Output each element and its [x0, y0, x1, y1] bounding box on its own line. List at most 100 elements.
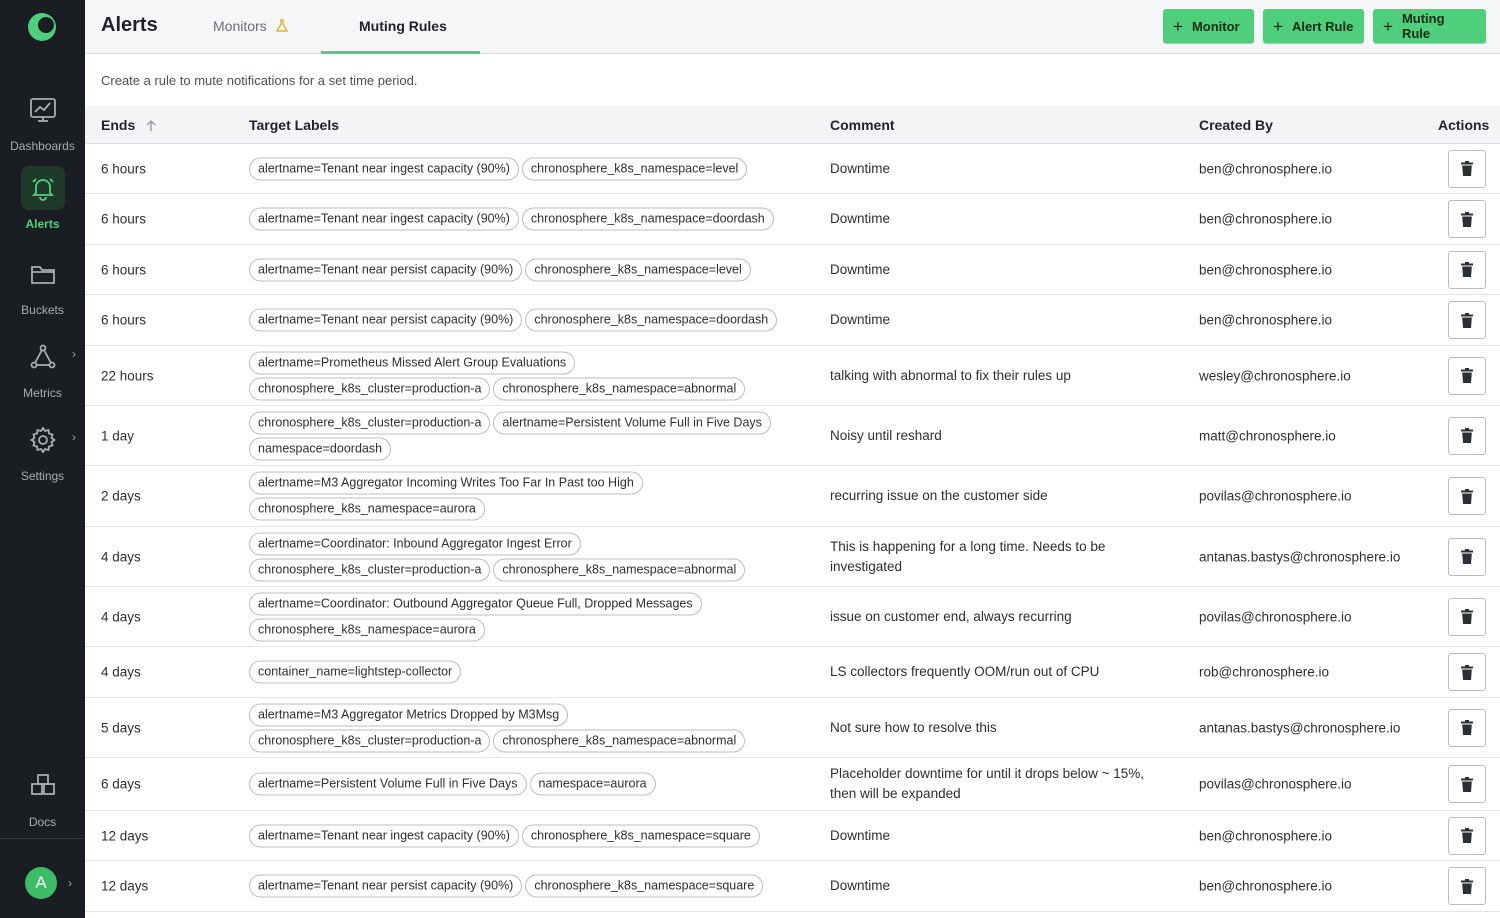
- delete-button[interactable]: [1448, 653, 1486, 691]
- trash-icon: [1461, 720, 1473, 735]
- chronosphere-logo[interactable]: [27, 12, 57, 42]
- sidebar-item-metrics[interactable]: › Metrics: [0, 335, 85, 400]
- label-chip: chronosphere_k8s_namespace=abnormal: [493, 729, 746, 752]
- add-alert-rule-button[interactable]: + Alert Rule: [1263, 9, 1364, 43]
- comment-cell: Downtime: [830, 827, 891, 843]
- add-muting-rule-button[interactable]: + Muting Rule: [1373, 9, 1486, 43]
- table-row: 4 days container_name=lightstep-collector…: [85, 647, 1500, 698]
- graph-icon: [21, 335, 65, 379]
- delete-button[interactable]: [1448, 816, 1486, 855]
- sort-ascending-icon: [146, 119, 156, 131]
- delete-button[interactable]: [1448, 250, 1486, 289]
- add-monitor-button[interactable]: + Monitor: [1163, 9, 1254, 43]
- table-row: 6 days alertname=Persistent Volume Full i…: [85, 758, 1500, 811]
- label-chip: chronosphere_k8s_namespace=square: [525, 874, 764, 898]
- avatar[interactable]: A: [25, 867, 57, 899]
- sidebar-item-alerts[interactable]: Alerts: [0, 166, 85, 231]
- created-by-cell: povilas@chronosphere.io: [1199, 609, 1352, 624]
- table-row: 4 days alertname=Coordinator: Outbound Ag…: [85, 587, 1500, 647]
- gear-icon: [21, 418, 65, 462]
- label-chip: namespace=doordash: [249, 437, 392, 460]
- ends-cell: 5 days: [101, 720, 141, 735]
- target-labels-cell: alertname=Prometheus Missed Alert Group …: [249, 351, 809, 400]
- docs-icon: [21, 764, 65, 808]
- label-chip: chronosphere_k8s_namespace=level: [525, 258, 751, 281]
- delete-button[interactable]: [1448, 356, 1486, 395]
- sidebar-item-buckets[interactable]: Buckets: [0, 252, 85, 317]
- delete-button[interactable]: [1448, 867, 1486, 905]
- tab-monitors[interactable]: Monitors: [213, 18, 289, 34]
- label-chip: chronosphere_k8s_namespace=doordash: [525, 308, 778, 332]
- created-by-cell: matt@chronosphere.io: [1199, 428, 1336, 443]
- table-row: 6 hours alertname=Tenant near persist cap…: [85, 245, 1500, 295]
- delete-button[interactable]: [1448, 477, 1486, 515]
- tab-muting-rules[interactable]: Muting Rules: [359, 18, 447, 34]
- created-by-cell: ben@chronosphere.io: [1199, 211, 1333, 227]
- sidebar-divider: [0, 838, 85, 839]
- delete-button[interactable]: [1448, 765, 1486, 803]
- ends-cell: 6 hours: [101, 262, 147, 277]
- delete-button[interactable]: [1448, 537, 1486, 576]
- label-chip: alertname=Tenant near ingest capacity (9…: [249, 157, 519, 180]
- ends-cell: 6 days: [101, 776, 141, 792]
- header-bar: Alerts Monitors Muting Rules + Monitor + A…: [85, 0, 1500, 54]
- label-chip: chronosphere_k8s_cluster=production-a: [249, 729, 491, 752]
- created-by-cell: wesley@chronosphere.io: [1199, 368, 1351, 383]
- label-chip: alertname=M3 Aggregator Incoming Writes …: [249, 471, 643, 495]
- label-chip: chronosphere_k8s_namespace=aurora: [249, 618, 485, 641]
- target-labels-cell: alertname=Tenant near persist capacity (…: [249, 258, 809, 281]
- sidebar-item-dashboards[interactable]: Dashboards: [0, 88, 85, 153]
- trash-icon: [1461, 664, 1473, 680]
- column-header-comment: Comment: [830, 117, 895, 133]
- table-row: 6 hours alertname=Tenant near persist cap…: [85, 295, 1500, 346]
- sidebar-item-settings[interactable]: › Settings: [0, 418, 85, 483]
- label-chip: chronosphere_k8s_namespace=doordash: [521, 207, 774, 231]
- target-labels-cell: alertname=Coordinator: Outbound Aggregat…: [249, 592, 809, 641]
- ends-cell: 6 hours: [101, 312, 147, 328]
- trash-icon: [1461, 609, 1473, 624]
- comment-cell: Downtime: [830, 211, 891, 226]
- column-header-ends[interactable]: Ends: [101, 117, 157, 133]
- plus-icon: +: [1383, 16, 1393, 36]
- column-header-created-by: Created By: [1199, 117, 1273, 133]
- target-labels-cell: alertname=Tenant near ingest capacity (9…: [249, 207, 809, 231]
- delete-button[interactable]: [1448, 200, 1486, 238]
- label-chip: chronosphere_k8s_namespace=square: [521, 824, 760, 847]
- created-by-cell: antanas.bastys@chronosphere.io: [1199, 549, 1401, 564]
- table-row: 6 hours alertname=Tenant near ingest capa…: [85, 144, 1500, 194]
- created-by-cell: povilas@chronosphere.io: [1199, 488, 1352, 504]
- trash-icon: [1461, 549, 1473, 564]
- target-labels-cell: chronosphere_k8s_cluster=production-a ale…: [249, 411, 809, 460]
- trash-icon: [1461, 878, 1473, 894]
- label-chip: alertname=Tenant near ingest capacity (9…: [249, 824, 519, 847]
- flask-icon: [275, 19, 288, 32]
- sidebar-item-docs[interactable]: Docs: [0, 764, 85, 829]
- ends-cell: 12 days: [101, 828, 149, 843]
- delete-button[interactable]: [1448, 597, 1486, 636]
- delete-button[interactable]: [1448, 416, 1486, 455]
- delete-button[interactable]: [1448, 708, 1486, 747]
- plus-icon: +: [1173, 16, 1183, 36]
- label-chip: alertname=M3 Aggregator Metrics Dropped …: [249, 703, 569, 726]
- delete-button[interactable]: [1448, 149, 1486, 188]
- table-row: 2 days alertname=M3 Aggregator Incoming W…: [85, 466, 1500, 527]
- dashboard-icon: [21, 88, 65, 132]
- label-chip: chronosphere_k8s_namespace=level: [521, 157, 748, 180]
- delete-button[interactable]: [1448, 301, 1486, 339]
- comment-cell: issue on customer end, always recurring: [830, 608, 1072, 624]
- created-by-cell: ben@chronosphere.io: [1199, 262, 1333, 277]
- label-chip: chronosphere_k8s_cluster=production-a: [249, 558, 491, 581]
- label-chip: alertname=Tenant near persist capacity (…: [249, 258, 523, 281]
- created-by-cell: povilas@chronosphere.io: [1199, 776, 1352, 792]
- label-chip: alertname=Prometheus Missed Alert Group …: [249, 351, 576, 374]
- target-labels-cell: alertname=Tenant near ingest capacity (9…: [249, 824, 809, 847]
- page-description: Create a rule to mute notifications for …: [101, 73, 418, 88]
- comment-cell: LS collectors frequently OOM/run out of …: [830, 664, 1100, 679]
- comment-cell: Downtime: [830, 160, 891, 176]
- comment-cell: Downtime: [830, 878, 891, 893]
- target-labels-cell: alertname=M3 Aggregator Metrics Dropped …: [249, 703, 809, 752]
- active-tab-indicator: [321, 51, 480, 54]
- created-by-cell: ben@chronosphere.io: [1199, 828, 1333, 843]
- table-row: 4 days alertname=Coordinator: Inbound Agg…: [85, 527, 1500, 587]
- target-labels-cell: alertname=M3 Aggregator Incoming Writes …: [249, 471, 809, 521]
